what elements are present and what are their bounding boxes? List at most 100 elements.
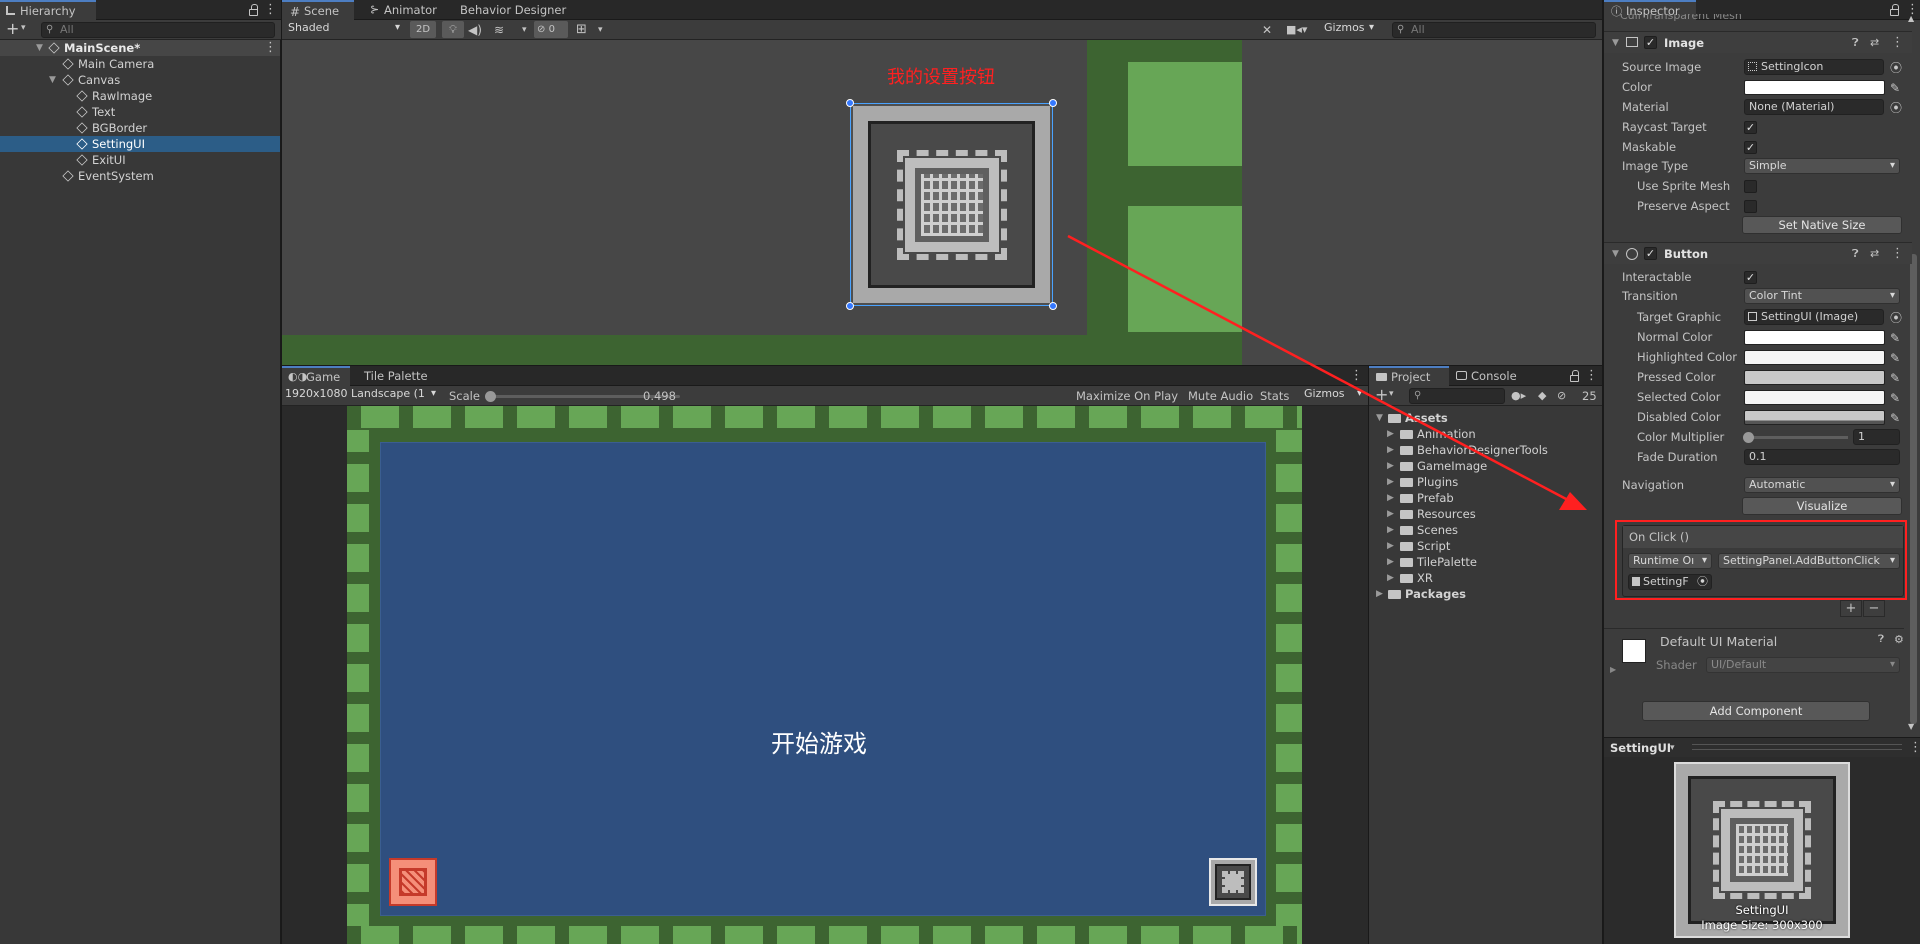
visualize-button[interactable]: Visualize: [1742, 497, 1902, 515]
tab-project[interactable]: Project: [1369, 366, 1449, 386]
scene-search-input[interactable]: ⚲ All: [1392, 22, 1596, 38]
exit-button-image[interactable]: [389, 858, 437, 906]
toggle-2d-button[interactable]: 2D: [410, 21, 436, 38]
settings-gear-icon[interactable]: ⚙︎: [1894, 633, 1904, 646]
more-options-icon[interactable]: ⋮: [1909, 738, 1920, 758]
setting-button-small[interactable]: [1209, 858, 1257, 906]
hierarchy-search-input[interactable]: ⚲ All: [41, 22, 275, 38]
expand-arrow-icon[interactable]: ▶: [1387, 490, 1394, 506]
hierarchy-item[interactable]: Text: [0, 104, 280, 120]
foldout-arrow-icon[interactable]: ▶: [1610, 665, 1616, 674]
color-multiplier-slider[interactable]: [1743, 432, 1848, 443]
hierarchy-item[interactable]: Main Camera: [0, 56, 280, 72]
preview-drag-handle[interactable]: [1692, 744, 1902, 750]
tab-console[interactable]: Console: [1449, 366, 1525, 386]
grid-dropdown-icon[interactable]: ▾: [598, 20, 603, 40]
scene-viewport[interactable]: 我的设置按钮: [282, 40, 1602, 365]
lock-icon[interactable]: [249, 4, 258, 16]
project-folder[interactable]: ▶ Plugins: [1387, 474, 1458, 490]
add-listener-button[interactable]: +: [1840, 600, 1862, 617]
button-component-header[interactable]: ▼ ✓ Button ❓︎ ⇄ ⋮: [1604, 242, 1912, 264]
start-game-text[interactable]: 开始游戏: [771, 724, 867, 759]
game-gizmos-dropdown[interactable]: Gizmos: [1300, 387, 1366, 403]
expand-arrow-icon[interactable]: ▶: [1387, 538, 1394, 554]
more-options-icon[interactable]: ⋮: [264, 0, 277, 20]
search-by-type-icon[interactable]: ●▸: [1511, 386, 1526, 406]
presets-icon[interactable]: ⇄: [1870, 243, 1879, 265]
expand-arrow-icon[interactable]: ▶: [1387, 442, 1394, 458]
project-folder[interactable]: ▶ XR: [1387, 570, 1433, 586]
foldout-arrow-icon[interactable]: ▼: [1612, 32, 1619, 54]
eyedropper-icon[interactable]: ✎: [1890, 349, 1900, 367]
tools-icon[interactable]: ✕: [1262, 20, 1272, 40]
color-swatch[interactable]: [1744, 80, 1885, 95]
expand-arrow-icon[interactable]: ▼: [1376, 410, 1383, 426]
create-asset-button[interactable]: +: [1375, 386, 1388, 404]
scene-options-icon[interactable]: ⋮: [264, 40, 277, 56]
create-dropdown-icon[interactable]: ▾: [1389, 389, 1394, 399]
tab-animator[interactable]: ⊱ Animator: [362, 0, 445, 20]
resize-handle[interactable]: [1049, 302, 1057, 310]
object-picker-icon[interactable]: ⦿: [1890, 309, 1902, 327]
eyedropper-icon[interactable]: ✎: [1890, 329, 1900, 347]
hierarchy-item[interactable]: ▼ Canvas: [0, 72, 280, 88]
component-menu-icon[interactable]: ⋮: [1891, 32, 1904, 54]
scale-slider-thumb[interactable]: [485, 391, 496, 402]
scene-root-row[interactable]: ▼ MainScene* ⋮: [0, 40, 280, 56]
tab-behavior-designer[interactable]: Behavior Designer: [452, 0, 574, 20]
disabled-color-swatch[interactable]: [1744, 410, 1885, 425]
project-folder[interactable]: ▶ Scenes: [1387, 522, 1458, 538]
tab-scene[interactable]: # Scene: [282, 0, 354, 20]
expand-arrow-icon[interactable]: ▶: [1387, 458, 1394, 474]
interactable-checkbox[interactable]: ✓: [1744, 271, 1757, 284]
lighting-toggle-icon[interactable]: 💡︎: [442, 21, 464, 38]
lock-icon[interactable]: [1570, 370, 1579, 382]
assets-folder[interactable]: ▼ Assets: [1376, 410, 1448, 426]
project-folder[interactable]: ▶ TilePalette: [1387, 554, 1477, 570]
visibility-off-icon[interactable]: ⊘: [1557, 386, 1566, 406]
tab-hierarchy[interactable]: Hierarchy: [0, 0, 96, 20]
selected-color-swatch[interactable]: [1744, 390, 1885, 405]
tab-game[interactable]: ◐◑ Game: [282, 366, 350, 386]
preview-dropdown-icon[interactable]: ▾: [1670, 738, 1675, 758]
button-enabled-checkbox[interactable]: ✓: [1644, 247, 1657, 260]
slider-thumb[interactable]: [1743, 432, 1754, 443]
target-graphic-field[interactable]: SettingUI (Image): [1744, 309, 1884, 325]
game-viewport[interactable]: 开始游戏: [347, 406, 1302, 944]
eyedropper-icon[interactable]: ✎: [1890, 389, 1900, 407]
tab-tile-palette[interactable]: Tile Palette: [356, 366, 436, 386]
pressed-color-swatch[interactable]: [1744, 370, 1885, 385]
expand-arrow-icon[interactable]: ▼: [36, 40, 43, 56]
set-native-size-button[interactable]: Set Native Size: [1742, 216, 1902, 234]
expand-arrow-icon[interactable]: ▶: [1387, 554, 1394, 570]
hierarchy-item[interactable]: RawImage: [0, 88, 280, 104]
hierarchy-item[interactable]: EventSystem: [0, 168, 280, 184]
use-sprite-mesh-checkbox[interactable]: [1744, 180, 1757, 193]
help-icon[interactable]: ❓︎: [1852, 243, 1859, 265]
stats-toggle[interactable]: Stats: [1260, 386, 1289, 406]
hierarchy-item[interactable]: ExitUI: [0, 152, 280, 168]
expand-arrow-icon[interactable]: ▶: [1376, 586, 1383, 602]
more-options-icon[interactable]: ⋮: [1585, 366, 1598, 386]
maximize-on-play-toggle[interactable]: Maximize On Play: [1076, 386, 1178, 406]
object-picker-icon[interactable]: ⦿: [1890, 99, 1902, 117]
hierarchy-item[interactable]: BGBorder: [0, 120, 280, 136]
scene-gizmos-dropdown[interactable]: Gizmos: [1320, 21, 1378, 37]
help-icon[interactable]: ❓︎: [1878, 634, 1884, 645]
hidden-objects-toggle[interactable]: ⊘ 0: [534, 21, 568, 38]
mute-audio-toggle[interactable]: Mute Audio: [1188, 386, 1253, 406]
shading-mode-dropdown[interactable]: Shaded: [284, 21, 404, 37]
preview-object-name[interactable]: SettingUI: [1610, 738, 1671, 758]
packages-folder[interactable]: ▶ Packages: [1376, 586, 1466, 602]
image-component-header[interactable]: ▼ ✓ Image ❓︎ ⇄ ⋮: [1604, 31, 1912, 53]
eyedropper-icon[interactable]: ✎: [1890, 369, 1900, 387]
resize-handle[interactable]: [1049, 99, 1057, 107]
remove-listener-button[interactable]: −: [1863, 600, 1885, 617]
expand-arrow-icon[interactable]: ▶: [1387, 474, 1394, 490]
material-field[interactable]: None (Material): [1744, 99, 1884, 115]
project-folder[interactable]: ▶ Prefab: [1387, 490, 1454, 506]
help-icon[interactable]: ❓︎: [1852, 32, 1859, 54]
effects-dropdown-icon[interactable]: ▾: [522, 20, 527, 40]
add-dropdown-icon[interactable]: ▾: [21, 23, 26, 33]
add-component-button[interactable]: Add Component: [1642, 701, 1870, 721]
